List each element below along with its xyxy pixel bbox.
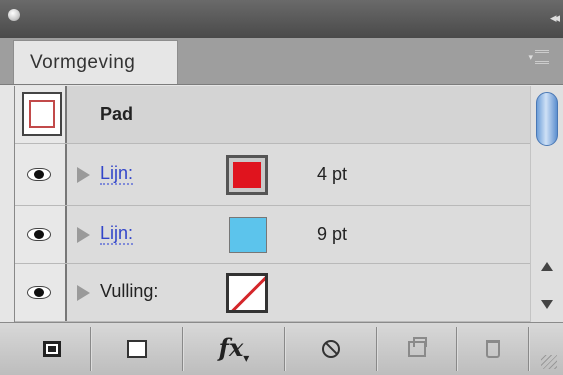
stroke-weight: 9 pt: [317, 223, 348, 244]
scroll-thumb[interactable]: [536, 92, 558, 146]
stroke-link[interactable]: Lijn:: [100, 163, 134, 185]
scroll-up-arrow-icon[interactable]: [541, 262, 553, 271]
vertical-scrollbar[interactable]: [530, 86, 563, 322]
stroke-weight: 4 pt: [317, 163, 348, 184]
stroke-color-swatch[interactable]: [226, 154, 268, 195]
add-stroke-icon: [43, 341, 61, 357]
tab-bar: Vormgeving ▾: [0, 38, 563, 85]
scroll-down-arrow-icon[interactable]: [541, 300, 553, 309]
visibility-toggle[interactable]: [15, 264, 67, 321]
visibility-toggle[interactable]: [15, 144, 67, 205]
tab-vormgeving[interactable]: Vormgeving: [13, 40, 178, 84]
close-icon[interactable]: [8, 9, 20, 21]
fill-row[interactable]: Vulling:: [15, 264, 531, 322]
disclosure-triangle-icon[interactable]: [77, 226, 90, 243]
panel-menu-icon[interactable]: ▾: [528, 50, 549, 64]
visibility-eye-icon[interactable]: [27, 167, 51, 181]
fx-label: fx: [218, 333, 244, 363]
visibility-eye-icon[interactable]: [27, 285, 51, 299]
fx-icon: fx▾: [218, 333, 250, 365]
collapse-icon[interactable]: ◂◂: [550, 10, 560, 26]
duplicate-item-button[interactable]: [378, 327, 458, 371]
resize-grip-icon[interactable]: [541, 355, 557, 369]
stroke-row-1[interactable]: Lijn: 4 pt: [15, 144, 531, 206]
trash-icon: [486, 340, 500, 358]
stroke-row-2[interactable]: Lijn: 9 pt: [15, 206, 531, 264]
appearance-list: Pad Lijn: 4 pt Lijn: 9 pt Vulling:: [14, 86, 531, 322]
disclosure-triangle-icon[interactable]: [77, 284, 90, 301]
add-fill-icon: [127, 340, 147, 358]
stroke-color-fill: [233, 161, 261, 188]
clear-appearance-button[interactable]: [286, 327, 378, 371]
path-row[interactable]: Pad: [15, 86, 531, 144]
stroke-color-swatch[interactable]: [229, 216, 267, 253]
add-fill-button[interactable]: [92, 327, 184, 371]
thumbnail-column: [15, 86, 67, 143]
tab-label: Vormgeving: [30, 51, 136, 73]
path-label: Pad: [100, 104, 134, 124]
duplicate-item-icon: [408, 337, 427, 357]
fill-label: Vulling:: [100, 280, 159, 301]
disclosure-triangle-icon[interactable]: [77, 166, 90, 183]
visibility-toggle[interactable]: [15, 206, 67, 263]
fill-none-swatch[interactable]: [226, 272, 268, 313]
add-effect-button[interactable]: fx▾: [184, 327, 286, 371]
stroke-link[interactable]: Lijn:: [100, 223, 134, 245]
clear-appearance-icon: [322, 340, 340, 358]
panel-titlebar: ◂◂: [0, 0, 563, 38]
panel-toolbar: fx▾: [0, 322, 563, 375]
path-thumbnail: [22, 92, 62, 136]
visibility-eye-icon[interactable]: [27, 227, 51, 241]
delete-item-button[interactable]: [458, 327, 530, 371]
add-stroke-button[interactable]: [14, 327, 92, 371]
